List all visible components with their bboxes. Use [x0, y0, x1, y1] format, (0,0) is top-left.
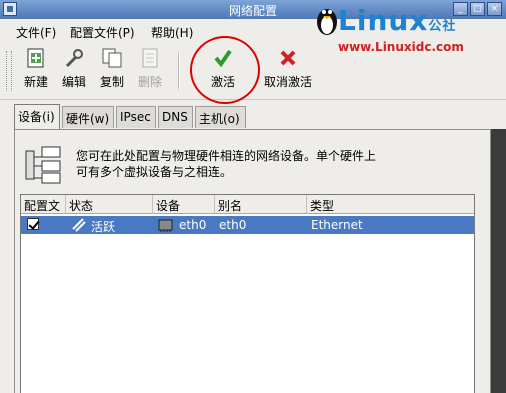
network-devices-icon [24, 145, 66, 185]
info-text: 您可在此处配置与物理硬件相连的网络设备。单个硬件上 可有多个虚拟设备与之相连。 [76, 148, 376, 180]
active-status-icon [71, 217, 87, 236]
watermark-url: www.Linuxidc.com [338, 40, 464, 54]
new-label: 新建 [24, 75, 49, 89]
device-cell: eth0 [179, 218, 207, 232]
tab-ipsec[interactable]: IPsec [116, 106, 156, 128]
status-cell: 活跃 [91, 220, 116, 234]
device-list[interactable]: 配置文 状态 设备 别名 类型 活跃 eth0 eth0 Ethernet [20, 194, 475, 393]
toolbar-grip[interactable] [6, 51, 12, 91]
network-config-window: 网络配置 _ □ × 文件(F) 配置文件(P) 帮助(H) 新建 编辑 复制 [0, 0, 506, 393]
cross-icon [277, 47, 299, 69]
annotation-circle [190, 36, 260, 104]
ethernet-card-icon [158, 218, 174, 235]
edit-button[interactable]: 编辑 [62, 47, 86, 90]
delete-icon [139, 47, 161, 69]
toolbar-separator [178, 53, 180, 89]
tab-hardware[interactable]: 硬件(w) [62, 106, 114, 128]
wrench-icon [63, 47, 85, 69]
edit-label: 编辑 [62, 75, 87, 89]
column-header-profile[interactable]: 配置文 [21, 195, 66, 214]
info-line-2: 可有多个虚拟设备与之相连。 [76, 165, 233, 179]
copy-icon [101, 47, 123, 69]
table-row[interactable]: 活跃 eth0 eth0 Ethernet [21, 216, 474, 234]
new-document-icon [25, 47, 47, 69]
profile-checkbox[interactable] [27, 218, 39, 230]
tab-devices[interactable]: 设备(i) [14, 104, 60, 129]
deactivate-button[interactable]: 取消激活 [264, 47, 312, 90]
column-header-status[interactable]: 状态 [66, 195, 153, 214]
info-line-1: 您可在此处配置与物理硬件相连的网络设备。单个硬件上 [76, 149, 377, 163]
new-button[interactable]: 新建 [24, 47, 48, 90]
copy-label: 复制 [100, 75, 125, 89]
menu-help[interactable]: 帮助(H) [151, 24, 193, 41]
menu-profile[interactable]: 配置文件(P) [70, 24, 135, 41]
column-header-device[interactable]: 设备 [153, 195, 215, 214]
watermark: Linux公社 www.Linuxidc.com [314, 0, 506, 62]
menu-file[interactable]: 文件(F) [16, 24, 56, 41]
alias-cell: eth0 [219, 218, 247, 232]
watermark-brand: Linux公社 [338, 4, 457, 37]
column-header-type[interactable]: 类型 [307, 195, 474, 214]
copy-button[interactable]: 复制 [100, 47, 124, 90]
column-header-alias[interactable]: 别名 [215, 195, 307, 214]
delete-button[interactable]: 删除 [138, 47, 162, 90]
tab-hosts[interactable]: 主机(o) [195, 106, 246, 128]
tab-dns[interactable]: DNS [158, 106, 193, 128]
type-cell: Ethernet [311, 218, 363, 232]
deactivate-label: 取消激活 [264, 75, 313, 89]
delete-label: 删除 [138, 75, 163, 89]
desktop-background [491, 129, 506, 393]
tux-logo-icon [317, 9, 337, 35]
